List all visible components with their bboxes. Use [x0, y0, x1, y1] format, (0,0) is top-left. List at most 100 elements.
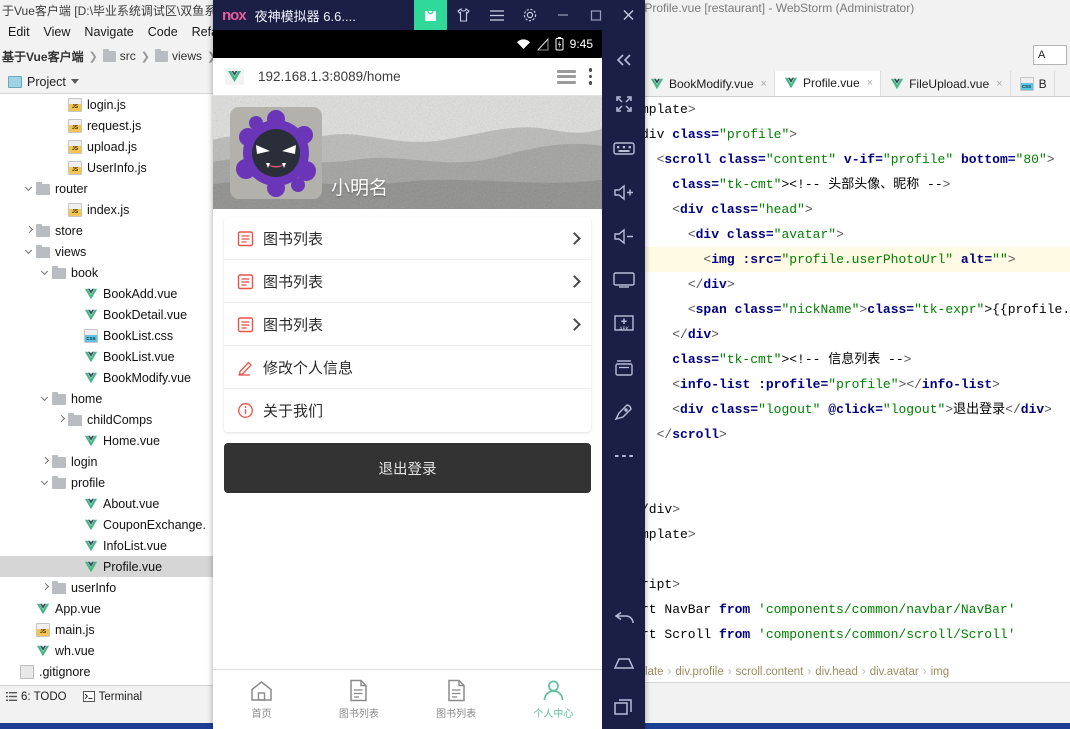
search-input[interactable]: A [1033, 45, 1067, 65]
tree-item-home-vue[interactable]: Home.vue [0, 430, 213, 451]
close-icon[interactable] [612, 0, 645, 30]
editor-breadcrumb-item[interactable]: late [645, 666, 664, 678]
chevron-down-icon[interactable] [40, 477, 51, 488]
tree-item-profile[interactable]: profile [0, 472, 213, 493]
tree-item-bookdetail-vue[interactable]: BookDetail.vue [0, 304, 213, 325]
keyboard-icon[interactable] [602, 126, 645, 170]
editor-tab-bookmodify-vue[interactable]: BookModify.vue× [641, 71, 775, 97]
chevron-right-icon[interactable] [24, 225, 35, 236]
tree-item-couponexchange-[interactable]: CouponExchange. [0, 514, 213, 535]
menu-item-navigate[interactable]: Navigate [84, 25, 133, 39]
menu-icon[interactable] [480, 0, 513, 30]
editor-breadcrumb-item[interactable]: img [931, 666, 950, 678]
tree-item-userinfo-js[interactable]: UserInfo.js [0, 157, 213, 178]
editor-breadcrumb[interactable]: late›div.profile›scroll.content›div.head… [641, 662, 1070, 682]
breadcrumb-item-views[interactable]: views [155, 49, 202, 63]
code-line[interactable]: <img :src="profile.userPhotoUrl" alt=""> [641, 247, 1070, 272]
tree-item-booklist-css[interactable]: BookList.css [0, 325, 213, 346]
code-line[interactable]: mplate> [641, 522, 1070, 547]
bottom-tab-bar[interactable]: 首页图书列表图书列表个人中心 [213, 669, 602, 729]
chevron-right-icon[interactable] [40, 582, 51, 593]
list-item[interactable]: 图书列表 [224, 303, 591, 346]
tab-个人中心[interactable]: 个人中心 [505, 670, 602, 729]
code-line[interactable]: </scroll> [641, 422, 1070, 447]
list-item[interactable]: 图书列表 [224, 217, 591, 260]
code-line[interactable]: div class="profile"> [641, 122, 1070, 147]
tree-item-childcomps[interactable]: childComps [0, 409, 213, 430]
tree-item-request-js[interactable]: request.js [0, 115, 213, 136]
browser-address-bar[interactable]: 192.168.1.3:8089/home [213, 58, 602, 96]
stack-icon[interactable] [557, 70, 576, 84]
code-line[interactable] [641, 547, 1070, 572]
recents-icon[interactable] [602, 685, 645, 729]
code-line[interactable]: mplate> [641, 97, 1070, 122]
tree-item-wh-vue[interactable]: wh.vue [0, 640, 213, 661]
tree-item-bookadd-vue[interactable]: BookAdd.vue [0, 283, 213, 304]
editor-tab-bar[interactable]: BookModify.vue×Profile.vue×FileUpload.vu… [641, 70, 1070, 97]
code-editor[interactable]: mplate>div class="profile"> <scroll clas… [641, 97, 1070, 682]
chevron-down-icon[interactable] [71, 79, 79, 84]
editor-breadcrumb-item[interactable]: div.profile [675, 666, 723, 678]
tool-window-terminal[interactable]: Terminal [83, 691, 142, 703]
code-line[interactable]: class="tk-cmt"><!-- 头部头像、昵称 --> [641, 172, 1070, 197]
tree-item-book[interactable]: book [0, 262, 213, 283]
tree-item-index-js[interactable]: index.js [0, 199, 213, 220]
more-icon[interactable] [602, 434, 645, 478]
tab-图书列表[interactable]: 图书列表 [408, 670, 505, 729]
maximize-icon[interactable] [579, 0, 612, 30]
list-item[interactable]: 图书列表 [224, 260, 591, 303]
code-line[interactable]: <scroll class="content" v-if="profile" b… [641, 147, 1070, 172]
close-tab-icon[interactable]: × [867, 77, 873, 89]
shared-folder-icon[interactable] [602, 346, 645, 390]
tree-item-userinfo[interactable]: userInfo [0, 577, 213, 598]
chevron-down-icon[interactable] [24, 246, 35, 257]
tree-item-booklist-vue[interactable]: BookList.vue [0, 346, 213, 367]
close-tab-icon[interactable]: × [996, 78, 1002, 90]
gear-icon[interactable] [513, 0, 546, 30]
editor-tab-fileupload-vue[interactable]: FileUpload.vue× [881, 71, 1010, 97]
code-line[interactable]: class="tk-cmt"><!-- 信息列表 --> [641, 347, 1070, 372]
breadcrumb-item-src[interactable]: src [103, 49, 136, 63]
editor-breadcrumb-item[interactable]: div.avatar [870, 666, 919, 678]
chevron-right-icon[interactable] [40, 456, 51, 467]
volume-up-icon[interactable] [602, 170, 645, 214]
tree-item-upload-js[interactable]: upload.js [0, 136, 213, 157]
tree-item-login-js[interactable]: login.js [0, 94, 213, 115]
install-apk-icon[interactable]: APK [602, 302, 645, 346]
tshirt-icon[interactable] [447, 0, 480, 30]
chevron-down-icon[interactable] [40, 393, 51, 404]
editor-breadcrumb-item[interactable]: scroll.content [736, 666, 804, 678]
list-item[interactable]: 修改个人信息 [224, 346, 591, 389]
tree-item-router[interactable]: router [0, 178, 213, 199]
chevron-down-icon[interactable] [24, 183, 35, 194]
chevron-right-icon[interactable] [56, 414, 67, 425]
tree-item-login[interactable]: login [0, 451, 213, 472]
chevron-down-icon[interactable] [40, 267, 51, 278]
minimize-icon[interactable] [546, 0, 579, 30]
editor-tab-profile-vue[interactable]: Profile.vue× [775, 71, 881, 97]
code-line[interactable] [641, 472, 1070, 497]
boost-icon[interactable] [602, 390, 645, 434]
code-line[interactable]: <div class="head"> [641, 197, 1070, 222]
fullscreen-icon[interactable] [602, 82, 645, 126]
menu-item-edit[interactable]: Edit [8, 25, 30, 39]
tree-item-about-vue[interactable]: About.vue [0, 493, 213, 514]
collapse-icon[interactable] [602, 38, 645, 82]
code-line[interactable]: rt Scroll from 'components/common/scroll… [641, 622, 1070, 647]
store-icon[interactable] [414, 0, 447, 30]
tree-item-infolist-vue[interactable]: InfoList.vue [0, 535, 213, 556]
menu-item-code[interactable]: Code [148, 25, 178, 39]
overflow-menu-icon[interactable] [589, 68, 593, 85]
url-text[interactable]: 192.168.1.3:8089/home [258, 69, 557, 84]
tree-item--gitignore[interactable]: .gitignore [0, 661, 213, 682]
volume-down-icon[interactable] [602, 214, 645, 258]
code-line[interactable] [641, 447, 1070, 472]
code-line[interactable]: </div> [641, 322, 1070, 347]
code-line[interactable]: <div class="avatar"> [641, 222, 1070, 247]
tree-item-main-js[interactable]: main.js [0, 619, 213, 640]
code-line[interactable]: <info-list :profile="profile"></info-lis… [641, 372, 1070, 397]
close-tab-icon[interactable]: × [761, 78, 767, 90]
profile-info-list[interactable]: 图书列表图书列表图书列表修改个人信息关于我们 [224, 217, 591, 432]
tree-item-home[interactable]: home [0, 388, 213, 409]
editor-breadcrumb-item[interactable]: div.head [815, 666, 858, 678]
